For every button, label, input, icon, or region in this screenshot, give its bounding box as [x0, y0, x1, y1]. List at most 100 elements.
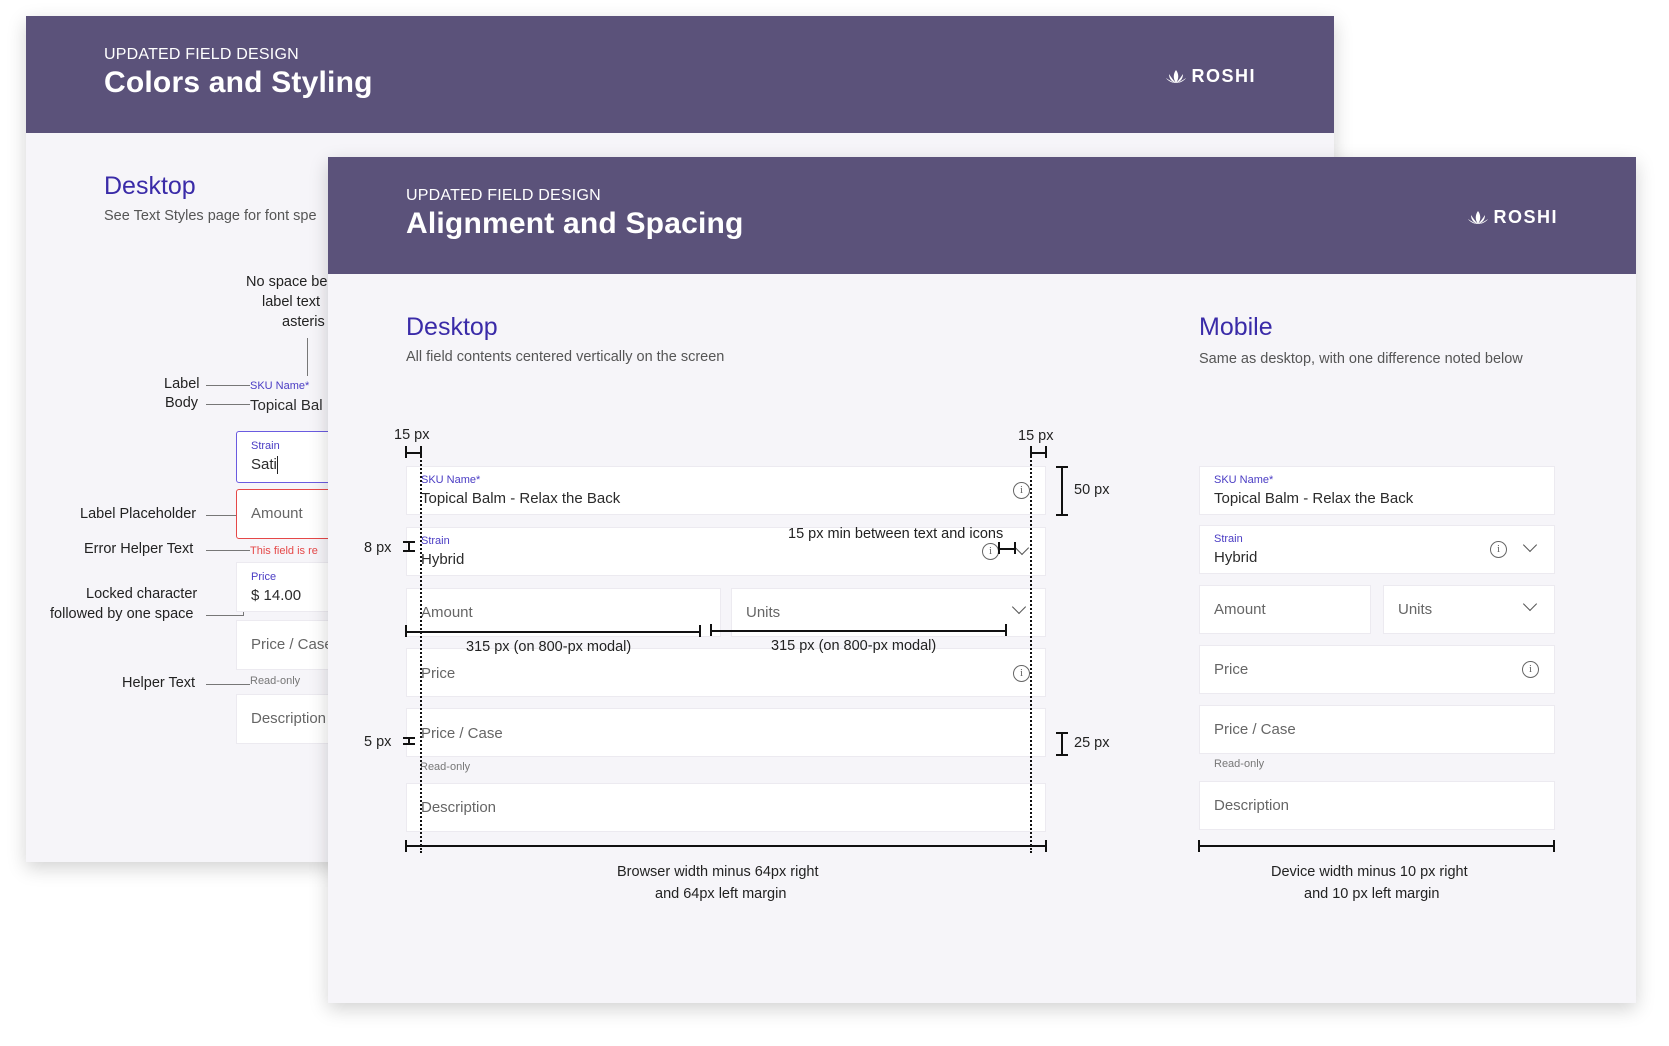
info-icon[interactable]: i — [1013, 665, 1030, 682]
mobile-price-field[interactable]: Price i — [1199, 645, 1555, 694]
mobile-subtitle: Same as desktop, with one difference not… — [1199, 351, 1523, 367]
info-icon[interactable]: i — [1013, 482, 1030, 499]
chevron-down-icon[interactable] — [1014, 540, 1030, 556]
price-field[interactable]: Price i — [406, 648, 1046, 697]
info-icon[interactable]: i — [1490, 541, 1507, 558]
field-label: Price — [251, 571, 277, 583]
dimension-line — [1199, 845, 1555, 847]
price-case-field[interactable]: Price / Case — [406, 708, 1046, 757]
mobile-description-field[interactable]: Description — [1199, 781, 1555, 830]
dimension-line — [711, 630, 1007, 632]
chevron-down-icon[interactable] — [1011, 599, 1027, 615]
field-value: $ 14.00 — [251, 587, 302, 604]
dimension-tick — [403, 550, 415, 552]
back-card-title: Colors and Styling — [104, 66, 373, 99]
dimension-tick — [420, 446, 422, 458]
dimension-tick — [998, 542, 1000, 554]
half-width-right-label: 315 px (on 800-px modal) — [771, 638, 937, 654]
dimension-line — [1061, 732, 1063, 756]
field-label: SKU Name* — [421, 474, 481, 486]
dimension-tick — [403, 541, 415, 543]
front-card: UPDATED FIELD DESIGN Alignment and Spaci… — [328, 157, 1636, 1003]
field-spacing-label: 25 px — [1074, 735, 1110, 751]
dimension-tick — [1198, 840, 1200, 852]
mobile-width-note-line-1: Device width minus 10 px right — [1271, 864, 1468, 880]
dimension-tick — [1553, 840, 1555, 852]
field-height-label: 50 px — [1074, 482, 1110, 498]
dimension-tick — [1030, 446, 1032, 458]
amount-field[interactable]: Amount — [406, 588, 721, 637]
mobile-units-field[interactable]: Units — [1383, 585, 1555, 634]
leader-line — [206, 550, 250, 551]
logo-text: ROSHI — [1191, 66, 1256, 86]
dimension-tick — [1056, 754, 1068, 756]
chevron-down-icon[interactable] — [1522, 596, 1538, 612]
front-card-banner: UPDATED FIELD DESIGN Alignment and Spaci… — [328, 157, 1636, 274]
field-placeholder: Price — [1214, 661, 1249, 678]
right-padding-label: 15 px — [1018, 428, 1054, 444]
dimension-tick — [405, 446, 407, 458]
back-section-subtitle: See Text Styles page for font spe — [104, 208, 317, 224]
field-value: Sati — [251, 456, 277, 473]
annotation-body: Body — [165, 395, 199, 411]
field-value: Hybrid — [421, 551, 465, 568]
field-value: Hybrid — [1214, 549, 1258, 566]
field-placeholder: Price / Case — [251, 636, 333, 653]
info-icon[interactable]: i — [1522, 661, 1539, 678]
field-placeholder: Description — [421, 799, 497, 816]
field-placeholder: Amount — [421, 604, 473, 621]
dimension-tick — [405, 840, 407, 852]
text-cursor — [277, 456, 278, 474]
dimension-tick — [1005, 624, 1007, 636]
field-placeholder: Amount — [251, 505, 303, 522]
field-placeholder: Price / Case — [1214, 721, 1296, 738]
sku-name-field[interactable]: SKU Name* Topical Balm - Relax the Back … — [406, 466, 1046, 515]
field-placeholder: Units — [746, 604, 781, 621]
field-value: Topical Balm - Relax the Back — [421, 490, 621, 507]
dimension-tick — [710, 624, 712, 636]
helper-gap-label: 5 px — [364, 734, 392, 750]
dimension-line — [999, 548, 1015, 550]
field-label: Strain — [421, 535, 450, 547]
dimension-tick — [699, 625, 701, 637]
mobile-width-note-line-2: and 10 px left margin — [1304, 886, 1440, 902]
leader-line — [206, 684, 250, 685]
dimension-line — [406, 631, 701, 633]
dimension-tick — [1056, 732, 1068, 734]
description-field[interactable]: Description — [406, 783, 1046, 832]
mobile-amount-field[interactable]: Amount — [1199, 585, 1371, 634]
desktop-title: Desktop — [406, 313, 498, 341]
leader-line — [206, 615, 244, 616]
dimension-line — [1061, 466, 1063, 516]
mobile-sku-name-field[interactable]: SKU Name* Topical Balm - Relax the Back — [1199, 466, 1555, 515]
right-padding-guide — [1030, 453, 1032, 853]
roshi-logo: ROSHI — [1467, 207, 1558, 228]
field-placeholder: Amount — [1214, 601, 1266, 618]
annotation-error-helper: Error Helper Text — [84, 541, 194, 557]
annotation-no-space-1: No space be — [246, 274, 328, 290]
logo-text: ROSHI — [1493, 207, 1558, 227]
annotation-helper-text: Helper Text — [122, 675, 196, 691]
dimension-tick — [1014, 542, 1016, 554]
left-padding-guide — [420, 453, 422, 853]
field-value: Topical Balm - Relax the Back — [1214, 490, 1414, 507]
field-placeholder: Units — [1398, 601, 1433, 618]
annotation-no-space-2: label text — [262, 294, 321, 310]
mobile-price-case-field[interactable]: Price / Case — [1199, 705, 1555, 754]
lotus-icon — [1166, 69, 1187, 83]
mobile-strain-field[interactable]: Strain Hybrid i — [1199, 525, 1555, 574]
half-width-left-label: 315 px (on 800-px modal) — [466, 639, 632, 655]
info-icon[interactable]: i — [982, 543, 999, 560]
back-card-kicker: UPDATED FIELD DESIGN — [104, 46, 299, 63]
chevron-down-icon[interactable] — [1522, 537, 1538, 553]
field-value: Topical Bal — [250, 397, 323, 414]
front-card-title: Alignment and Spacing — [406, 207, 744, 240]
field-label: SKU Name* — [1214, 474, 1274, 486]
read-only-helper: Read-only — [420, 761, 471, 773]
label-gap-label: 8 px — [364, 540, 392, 556]
mobile-title: Mobile — [1199, 313, 1273, 341]
field-placeholder: Price — [421, 665, 456, 682]
dimension-tick — [1045, 446, 1047, 458]
width-note-line-2: and 64px left margin — [655, 886, 787, 902]
back-card-banner: UPDATED FIELD DESIGN Colors and Styling … — [26, 16, 1334, 133]
